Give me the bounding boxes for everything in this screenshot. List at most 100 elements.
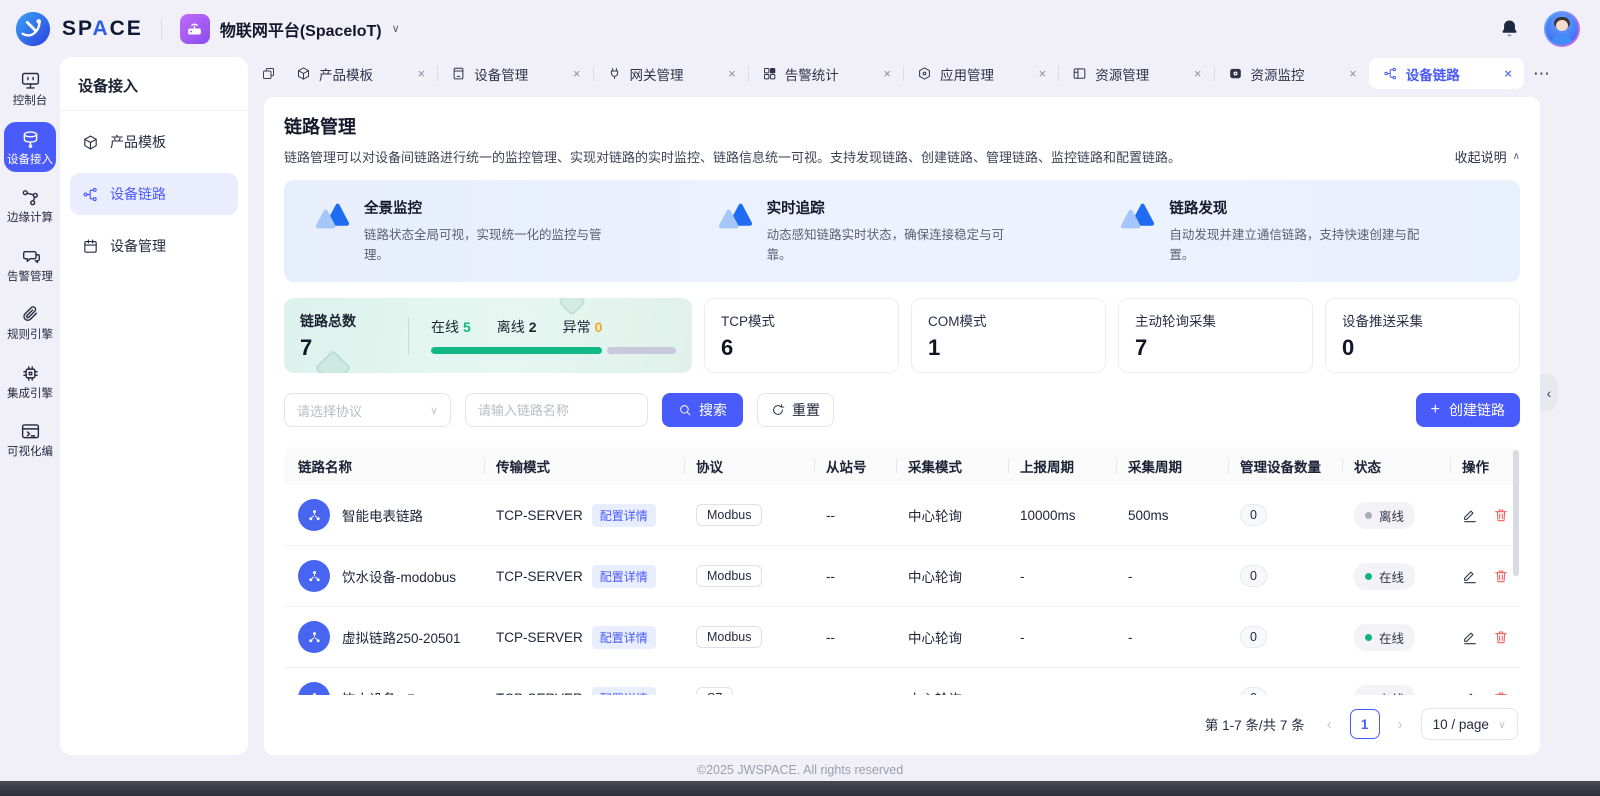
brand-logo: SPACE: [14, 10, 143, 48]
notification-bell-icon[interactable]: [1499, 18, 1520, 39]
close-icon[interactable]: ×: [726, 66, 738, 81]
stat-value: 7: [300, 334, 313, 360]
protocol-select-placeholder: 请选择协议: [297, 403, 363, 419]
config-detail-badge[interactable]: 配置详情: [591, 625, 656, 649]
rail-item-integration-engine[interactable]: 集成引擎: [4, 356, 56, 407]
sidebar-item-product-template[interactable]: 产品模板: [70, 121, 238, 163]
rail-item-console[interactable]: 控制台: [4, 63, 56, 114]
alarm-management-icon: [22, 250, 40, 263]
status-dot: [1365, 572, 1372, 580]
next-page-icon[interactable]: ›: [1394, 716, 1407, 733]
user-avatar-image: [1546, 12, 1578, 45]
reset-button[interactable]: 重置: [757, 393, 834, 427]
edit-icon[interactable]: [1462, 690, 1478, 695]
delete-icon[interactable]: [1493, 568, 1509, 584]
tab-resource-management[interactable]: 资源管理 ×: [1058, 57, 1213, 90]
rail-item-device-access[interactable]: 设备接入: [4, 121, 56, 172]
config-detail-badge[interactable]: 配置详情: [591, 503, 656, 527]
stat-value: 7: [1135, 335, 1148, 360]
tab-application-management[interactable]: 应用管理 ×: [903, 57, 1058, 90]
status-dot: [1365, 511, 1372, 519]
edit-icon[interactable]: [1462, 629, 1478, 645]
rail-item-rule-engine[interactable]: 规则引擎: [4, 297, 56, 348]
close-icon[interactable]: ×: [416, 66, 428, 81]
close-icon[interactable]: ×: [1502, 66, 1514, 81]
app-switcher[interactable]: 物联网平台(SpaceIoT) ∨: [179, 13, 400, 44]
tab-gateway-management[interactable]: 网关管理 ×: [592, 57, 748, 90]
status-badge: 在线: [1354, 684, 1416, 695]
collect-mode: 中心轮询: [896, 688, 1008, 695]
report-period: -: [1020, 629, 1025, 645]
tab-resource-monitor[interactable]: 资源监控 ×: [1213, 57, 1369, 90]
feature-logo-icon: [1121, 203, 1155, 229]
config-detail-badge[interactable]: 配置详情: [591, 686, 656, 695]
abnormal-count: 异常 0: [562, 319, 603, 335]
page-number-button[interactable]: 1: [1349, 709, 1380, 739]
content-card: 链路管理 链路管理可以对设备间链路进行统一的监控管理、实现对链路的实时监控、链路…: [264, 97, 1540, 755]
rail-item-edge-computing[interactable]: 边缘计算: [4, 180, 56, 231]
create-link-button[interactable]: + 创建链路: [1415, 393, 1520, 427]
rail-item-label: 规则引擎: [7, 329, 53, 341]
tab-restore-icon[interactable]: [254, 57, 282, 90]
sidebar-item-device-link[interactable]: 设备链路: [70, 173, 238, 215]
delete-icon[interactable]: [1493, 629, 1509, 645]
slave-id: --: [814, 691, 896, 696]
page-size-select[interactable]: 10 / page ∨: [1420, 708, 1518, 740]
online-ratio-bar: [431, 347, 676, 354]
edit-icon[interactable]: [1462, 568, 1478, 584]
link-node-icon: [298, 682, 330, 695]
feature-desc: 自动发现并建立通信链路，支持快速创建与配置。: [1169, 228, 1420, 262]
collect-period: -: [1116, 691, 1228, 696]
col-header: 上报周期: [1008, 456, 1116, 476]
edit-icon[interactable]: [1462, 507, 1478, 523]
bottom-strip: [0, 781, 1600, 796]
link-node-icon: [298, 499, 330, 531]
close-icon[interactable]: ×: [881, 66, 893, 81]
rail-item-label: 可视化编: [7, 446, 53, 458]
reset-icon: [773, 404, 785, 415]
close-icon[interactable]: ×: [1037, 66, 1049, 81]
close-icon[interactable]: ×: [1192, 66, 1204, 81]
sidebar-item-label: 产品模板: [110, 134, 166, 150]
prev-page-icon[interactable]: ‹: [1323, 716, 1336, 733]
tab-device-management[interactable]: 设备管理 ×: [437, 57, 592, 90]
page-description: 链路管理可以对设备间链路进行统一的监控管理、实现对链路的实时监控、链路信息统一可…: [284, 150, 1182, 165]
visual-editor-icon: [21, 424, 39, 439]
tab-device-link[interactable]: 设备链路 ×: [1368, 58, 1524, 89]
sidebar-item-device-management[interactable]: 设备管理: [70, 225, 238, 267]
user-avatar[interactable]: [1544, 10, 1580, 47]
stat-value: 0: [1342, 335, 1355, 360]
close-icon[interactable]: ×: [1347, 66, 1359, 81]
stat-label: 设备推送采集: [1342, 314, 1423, 329]
tab-alarm-statistics[interactable]: 告警统计 ×: [747, 57, 903, 90]
right-panel-collapse-handle[interactable]: ‹: [1540, 374, 1558, 411]
search-button[interactable]: 搜索: [662, 393, 743, 427]
table-scrollbar[interactable]: [1513, 450, 1519, 576]
feature-desc: 链路状态全局可视，实现统一化的监控与管理。: [364, 228, 602, 262]
stat-value: 6: [721, 335, 734, 360]
device-count-badge: 0: [1240, 626, 1267, 648]
delete-icon[interactable]: [1493, 690, 1509, 695]
collapse-up-icon: ∧: [1512, 151, 1520, 162]
product-template-icon: [84, 135, 97, 149]
nav-rail: 控制台 设备接入 边缘计算 告警管理 规则引擎 集成引擎 可视化编: [0, 57, 60, 755]
stat-card-total-links: 链路总数 7 在线 5 离线 2 异常 0: [284, 298, 692, 373]
close-icon[interactable]: ×: [571, 66, 583, 81]
config-detail-badge[interactable]: 配置详情: [591, 564, 656, 588]
feature-logo-icon: [315, 203, 350, 229]
tab-product-template[interactable]: 产品模板 ×: [282, 57, 437, 90]
rail-item-alarm-management[interactable]: 告警管理: [4, 239, 56, 290]
slave-id: --: [826, 568, 835, 584]
protocol-select[interactable]: 请选择协议 ∨: [284, 393, 451, 427]
transport-mode: TCP-SERVER: [496, 691, 583, 696]
tab-more-icon[interactable]: ⋯: [1524, 57, 1560, 90]
table-row: 智能电表链路 TCP-SERVER 配置详情 Modbus -- 中心轮询 100…: [284, 485, 1520, 546]
rail-item-visual-editor[interactable]: 可视化编: [4, 414, 56, 465]
offline-count: 离线 2: [496, 319, 537, 335]
collapse-description-link[interactable]: 收起说明 ∧: [1455, 147, 1520, 166]
stat-card-device-push: 设备推送采集 0: [1325, 298, 1520, 373]
delete-icon[interactable]: [1493, 507, 1509, 523]
device-count-badge: 0: [1240, 504, 1267, 526]
app-icon: [179, 13, 210, 44]
link-name-input[interactable]: [465, 393, 648, 427]
